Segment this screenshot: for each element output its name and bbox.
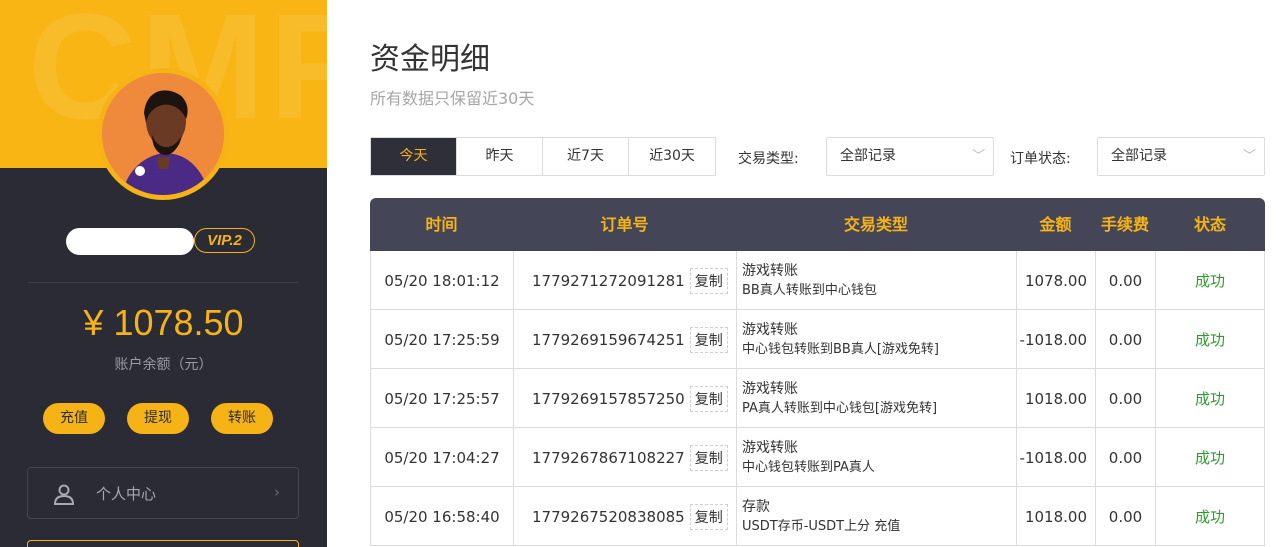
menu-item-label: 个人中心 bbox=[96, 485, 157, 503]
column-header-time: 时间 bbox=[425, 215, 458, 234]
transaction-type-label: 交易类型: bbox=[738, 151, 799, 167]
type-main: 游戏转账 bbox=[742, 321, 798, 338]
cell-time: 05/20 18:01:12 bbox=[370, 251, 513, 310]
cell-fee: 0.00 bbox=[1095, 310, 1155, 369]
cell-fee: 0.00 bbox=[1095, 428, 1155, 487]
table-row: 05/20 17:25:59 1779269159674251 复制 游戏转账中心… bbox=[370, 310, 1265, 369]
type-main: 存款 bbox=[742, 498, 770, 515]
player-photo-icon bbox=[102, 73, 224, 195]
copy-button[interactable]: 复制 bbox=[689, 326, 728, 353]
deposit-button[interactable]: 充值 bbox=[43, 403, 105, 434]
transactions-table: 时间 订单号 交易类型 金额 手续费 状态 05/20 18:01:12 177… bbox=[370, 198, 1265, 546]
avatar-image bbox=[102, 73, 224, 195]
cell-type: 游戏转账中心钱包转账到PA真人 bbox=[736, 428, 1016, 487]
cell-type: 游戏转账 PA真人转账到中心钱包[游戏免转] bbox=[736, 369, 1016, 428]
cell-amount: 1018.00 bbox=[1016, 369, 1095, 428]
avatar[interactable] bbox=[97, 68, 229, 200]
divider bbox=[28, 282, 298, 283]
status-badge: 成功 bbox=[1155, 428, 1265, 487]
status-badge: 成功 bbox=[1155, 310, 1265, 369]
cell-order: 1779269157857250 复制 bbox=[513, 369, 736, 428]
status-badge: 成功 bbox=[1155, 487, 1265, 546]
copy-button[interactable]: 复制 bbox=[689, 385, 728, 412]
column-header-fee: 手续费 bbox=[1100, 215, 1149, 234]
cell-time: 05/20 17:25:59 bbox=[370, 310, 513, 369]
type-main: 游戏转账 bbox=[742, 262, 798, 279]
cell-type: 游戏转账中心钱包转账到BB真人[游戏免转] bbox=[736, 310, 1016, 369]
cell-order: 1779271272091281 复制 bbox=[513, 251, 736, 310]
cell-order: 1779267520838085 复制 bbox=[513, 487, 736, 546]
menu-item-personal-center[interactable]: 个人中心 › bbox=[27, 467, 299, 519]
balance-label: 账户余额（元） bbox=[114, 357, 213, 373]
order-number: 1779267867108227 bbox=[532, 448, 685, 467]
user-icon bbox=[53, 484, 75, 505]
sidebar: CMF VIP.2 ¥ 1078.50 账户余额（元） 充值 提现 转账 个人中… bbox=[0, 0, 327, 547]
cell-order: 1779269159674251 复制 bbox=[513, 310, 736, 369]
cell-type: 存款 USDT存币-USDT上分 充值 bbox=[736, 487, 1016, 546]
transfer-button[interactable]: 转账 bbox=[211, 403, 273, 434]
tab-last-30-days[interactable]: 近30天 bbox=[629, 138, 715, 175]
status-badge: 成功 bbox=[1155, 369, 1265, 428]
vip-badge: VIP.2 bbox=[194, 228, 255, 253]
page-subtitle: 所有数据只保留近30天 bbox=[370, 89, 535, 108]
cell-fee: 0.00 bbox=[1095, 369, 1155, 428]
cell-order: 1779267867108227 复制 bbox=[513, 428, 736, 487]
tab-today[interactable]: 今天 bbox=[371, 138, 457, 175]
type-detail: USDT存币-USDT上分 充值 bbox=[742, 518, 901, 534]
order-number: 1779269159674251 bbox=[532, 330, 685, 349]
table-row: 05/20 17:25:57 1779269157857250 复制 游戏转账 PA… bbox=[370, 369, 1265, 428]
tab-last-7-days[interactable]: 近7天 bbox=[543, 138, 629, 175]
menu-item-next[interactable] bbox=[27, 540, 299, 547]
table-row: 05/20 16:58:40 1779267520838085 复制 存款 USDT… bbox=[370, 487, 1265, 546]
column-header-amount: 金额 bbox=[1039, 215, 1072, 234]
table-row: 05/20 17:04:27 1779267867108227 复制 游戏转账中心… bbox=[370, 428, 1265, 487]
cell-type: 游戏转账 BB真人转账到中心钱包 bbox=[736, 251, 1016, 310]
type-detail: 中心钱包转账到BB真人[游戏免转] bbox=[742, 341, 939, 357]
copy-button[interactable]: 复制 bbox=[689, 444, 728, 471]
page-title: 资金明细 bbox=[370, 42, 490, 77]
chevron-down-icon: ﹀ bbox=[1242, 149, 1256, 164]
order-status-value: 全部记录 bbox=[1111, 148, 1167, 164]
cell-fee: 0.00 bbox=[1095, 487, 1155, 546]
table-row: 05/20 18:01:12 1779271272091281 复制 游戏转账 BB… bbox=[370, 251, 1265, 310]
order-number: 1779269157857250 bbox=[532, 389, 685, 408]
type-detail: PA真人转账到中心钱包[游戏免转] bbox=[742, 400, 938, 416]
type-main: 游戏转账 bbox=[742, 439, 798, 456]
balance-amount: ¥ 1078.50 bbox=[83, 302, 244, 343]
cell-amount: -1018.00 bbox=[1016, 428, 1095, 487]
type-main: 游戏转账 bbox=[742, 380, 798, 397]
date-range-tabs: 今天 昨天 近7天 近30天 bbox=[370, 137, 716, 176]
transaction-type-value: 全部记录 bbox=[840, 148, 896, 164]
copy-button[interactable]: 复制 bbox=[689, 503, 728, 530]
cell-time: 05/20 16:58:40 bbox=[370, 487, 513, 546]
cell-amount: 1018.00 bbox=[1016, 487, 1095, 546]
column-header-type: 交易类型 bbox=[843, 215, 908, 234]
type-detail: 中心钱包转账到PA真人 bbox=[742, 459, 875, 475]
username bbox=[66, 228, 194, 255]
chevron-down-icon: ﹀ bbox=[971, 149, 985, 164]
main-content: 资金明细 所有数据只保留近30天 今天 昨天 近7天 近30天 交易类型: 全部… bbox=[327, 0, 1280, 547]
table-header: 时间 订单号 交易类型 金额 手续费 状态 bbox=[370, 198, 1265, 251]
transaction-type-select[interactable]: 全部记录 ﹀ bbox=[826, 137, 994, 176]
order-number: 1779271272091281 bbox=[532, 271, 685, 290]
order-status-select[interactable]: 全部记录 ﹀ bbox=[1097, 137, 1265, 176]
status-badge: 成功 bbox=[1155, 251, 1265, 310]
cell-amount: -1018.00 bbox=[1016, 310, 1095, 369]
tab-yesterday[interactable]: 昨天 bbox=[457, 138, 543, 175]
withdraw-button[interactable]: 提现 bbox=[127, 403, 189, 434]
column-header-order-no: 订单号 bbox=[600, 215, 649, 234]
cell-time: 05/20 17:25:57 bbox=[370, 369, 513, 428]
copy-button[interactable]: 复制 bbox=[689, 267, 728, 294]
cell-fee: 0.00 bbox=[1095, 251, 1155, 310]
cell-amount: 1078.00 bbox=[1016, 251, 1095, 310]
order-status-label: 订单状态: bbox=[1010, 151, 1071, 167]
column-header-status: 状态 bbox=[1193, 215, 1226, 234]
cell-time: 05/20 17:04:27 bbox=[370, 428, 513, 487]
chevron-right-icon: › bbox=[274, 483, 280, 501]
type-detail: BB真人转账到中心钱包 bbox=[742, 282, 877, 298]
order-number: 1779267520838085 bbox=[532, 507, 685, 526]
